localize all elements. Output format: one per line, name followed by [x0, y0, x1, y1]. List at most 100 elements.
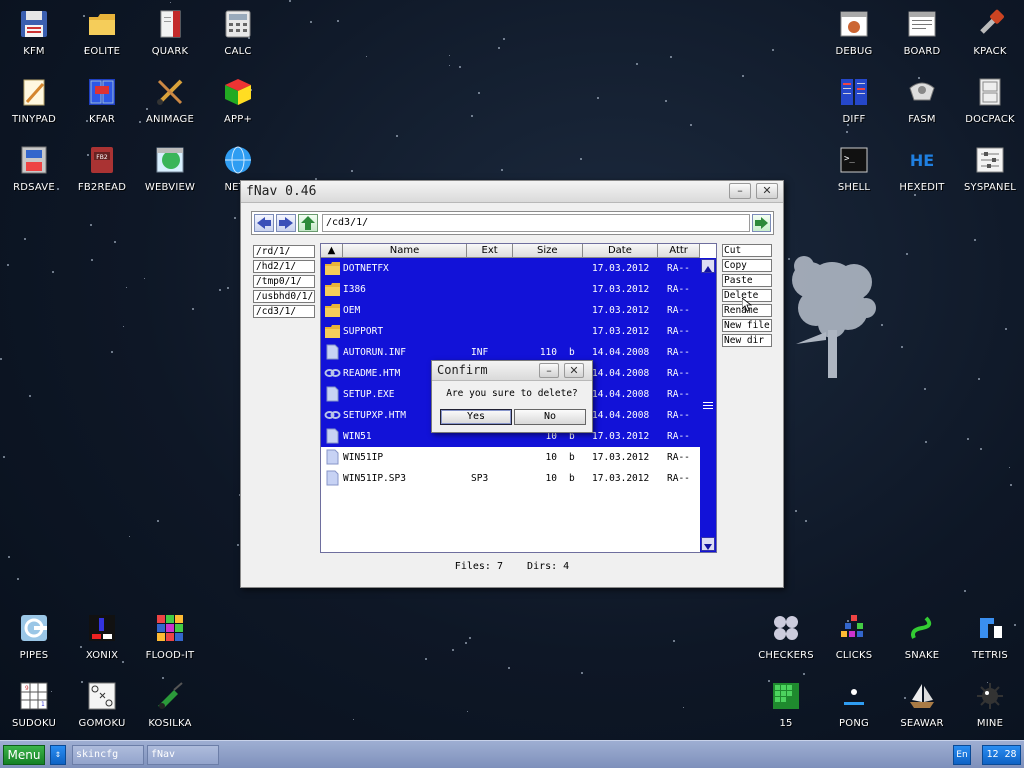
file-name: SETUPXP.HTM: [343, 410, 406, 421]
file-row[interactable]: I386 17.03.2012 RA--: [321, 279, 700, 300]
scroll-grip[interactable]: [703, 402, 713, 409]
desktop-shortcut[interactable]: DIFF: [822, 76, 886, 125]
wrench-icon: [974, 8, 1006, 40]
desktop-shortcut[interactable]: BOARD: [890, 8, 954, 57]
desktop-shortcut[interactable]: SYSPANEL: [958, 144, 1022, 193]
up-button[interactable]: [298, 214, 318, 232]
go-button[interactable]: [752, 214, 771, 232]
file-attr: RA--: [667, 431, 690, 442]
desktop-shortcut[interactable]: DOCPACK: [958, 76, 1022, 125]
svg-text:FB2: FB2: [96, 154, 108, 161]
desktop-shortcut[interactable]: GOMOKU: [70, 680, 134, 729]
scroll-up-button[interactable]: [701, 259, 715, 273]
task-skincfg[interactable]: skincfg: [72, 745, 144, 765]
desktop-shortcut-label: PONG: [839, 718, 869, 729]
drive-button[interactable]: /cd3/1/: [253, 305, 315, 318]
file-attr: RA--: [667, 263, 690, 274]
desktop-shortcut[interactable]: EOLITE: [70, 8, 134, 57]
desktop-shortcut[interactable]: TINYPAD: [2, 76, 66, 125]
sudoku-icon: 91: [18, 680, 50, 712]
desktop-shortcut[interactable]: HE HEXEDIT: [890, 144, 954, 193]
file-row[interactable]: WIN51IP.SP3 SP3 10 b 17.03.2012 RA--: [321, 468, 700, 489]
fnav-titlebar[interactable]: fNav 0.46 – ✕: [241, 181, 783, 203]
desktop-shortcut[interactable]: QUARK: [138, 8, 202, 57]
desktop-shortcut[interactable]: FASM: [890, 76, 954, 125]
desktop-shortcut[interactable]: PIPES: [2, 612, 66, 661]
desktop-shortcut[interactable]: 9 1 SUDOKU: [2, 680, 66, 729]
drive-button[interactable]: /tmp0/1/: [253, 275, 315, 288]
action-cut-button[interactable]: Cut: [722, 244, 772, 257]
desktop-shortcut[interactable]: FB2 FB2READ: [70, 144, 134, 193]
desktop-shortcut[interactable]: 15: [754, 680, 818, 729]
confirm-minimize-button[interactable]: –: [539, 363, 559, 378]
folder-icon: [324, 281, 341, 297]
yes-button[interactable]: Yes: [440, 409, 512, 425]
desktop-shortcut[interactable]: SNAKE: [890, 612, 954, 661]
action-copy-button[interactable]: Copy: [722, 259, 772, 272]
desktop-shortcut[interactable]: APP+: [206, 76, 270, 125]
desktop-shortcut[interactable]: TETRIS: [958, 612, 1022, 661]
desktop-shortcut[interactable]: ANIMAGE: [138, 76, 202, 125]
desktop-shortcut[interactable]: KOSILKA: [138, 680, 202, 729]
action-new-dir-button[interactable]: New dir: [722, 334, 772, 347]
triangle-down-icon: [704, 544, 712, 550]
desktop-shortcut[interactable]: FLOOD-IT: [138, 612, 202, 661]
desktop-shortcut-label: WEBVIEW: [144, 182, 196, 193]
column-name[interactable]: Name: [342, 244, 468, 258]
lawnmower-icon: [154, 680, 186, 712]
column-ext[interactable]: Ext: [467, 244, 513, 258]
desktop-shortcut-label: BOARD: [903, 46, 941, 57]
desktop-shortcut-label: KFAR: [89, 114, 115, 125]
task-fnav[interactable]: fNav: [147, 745, 219, 765]
desktop-shortcut[interactable]: KFAR: [70, 76, 134, 125]
desktop-shortcut[interactable]: KPACK: [958, 8, 1022, 57]
forward-button[interactable]: [276, 214, 296, 232]
action-buttons: Cut Copy Paste Delete Rename New file New dir: [722, 244, 772, 349]
desktop-shortcut[interactable]: >_ SHELL: [822, 144, 886, 193]
desktop-shortcut[interactable]: KFM: [2, 8, 66, 57]
desktop-shortcut-label: FLOOD-IT: [145, 650, 195, 661]
desktop-shortcut[interactable]: XONIX: [70, 612, 134, 661]
path-input[interactable]: /cd3/1/: [322, 214, 750, 232]
column-date[interactable]: Date: [582, 244, 659, 258]
file-row[interactable]: SUPPORT 17.03.2012 RA--: [321, 321, 700, 342]
file-row[interactable]: WIN51IP 10 b 17.03.2012 RA--: [321, 447, 700, 468]
action-new-file-button[interactable]: New file: [722, 319, 772, 332]
desktop-shortcut[interactable]: MINE: [958, 680, 1022, 729]
desktop-shortcut[interactable]: WEBVIEW: [138, 144, 202, 193]
column-sort-marker[interactable]: ▲: [321, 244, 343, 258]
back-button[interactable]: [254, 214, 274, 232]
desktop-shortcut-label: GOMOKU: [78, 718, 126, 729]
desktop-shortcut[interactable]: CALC: [206, 8, 270, 57]
file-date: 17.03.2012: [592, 284, 650, 295]
file-row[interactable]: DOTNETFX 17.03.2012 RA--: [321, 258, 700, 279]
desktop-shortcut[interactable]: RDSAVE: [2, 144, 66, 193]
desktop-shortcut[interactable]: SEAWAR: [890, 680, 954, 729]
minimize-button[interactable]: –: [729, 183, 751, 199]
confirm-titlebar[interactable]: Confirm – ✕: [432, 361, 592, 381]
desktop-shortcut-label: CLICKS: [835, 650, 873, 661]
column-attr[interactable]: Attr: [658, 244, 700, 258]
dual-panel-icon: [86, 76, 118, 108]
drive-button[interactable]: /usbhd0/1/: [253, 290, 315, 303]
drive-button[interactable]: /rd/1/: [253, 245, 315, 258]
drive-button[interactable]: /hd2/1/: [253, 260, 315, 273]
file-attr: RA--: [667, 473, 690, 484]
action-paste-button[interactable]: Paste: [722, 274, 772, 287]
file-row[interactable]: OEM 17.03.2012 RA--: [321, 300, 700, 321]
desktop-shortcut[interactable]: PONG: [822, 680, 886, 729]
menu-button[interactable]: Menu: [3, 745, 45, 765]
language-indicator[interactable]: En: [953, 745, 971, 765]
no-button[interactable]: No: [514, 409, 586, 425]
close-button[interactable]: ✕: [756, 183, 778, 199]
column-size[interactable]: Size: [513, 244, 583, 258]
desktop-shortcut[interactable]: CLICKS: [822, 612, 886, 661]
hex-editor-icon: HE: [906, 144, 938, 176]
scroll-down-button[interactable]: [701, 537, 715, 551]
switch-arrows-icon[interactable]: ⇕: [50, 745, 66, 765]
desktop-shortcut[interactable]: DEBUG: [822, 8, 886, 57]
confirm-close-button[interactable]: ✕: [564, 363, 584, 378]
desktop-shortcut[interactable]: CHECKERS: [754, 612, 818, 661]
file-date: 17.03.2012: [592, 452, 650, 463]
vertical-scrollbar[interactable]: [700, 258, 716, 552]
